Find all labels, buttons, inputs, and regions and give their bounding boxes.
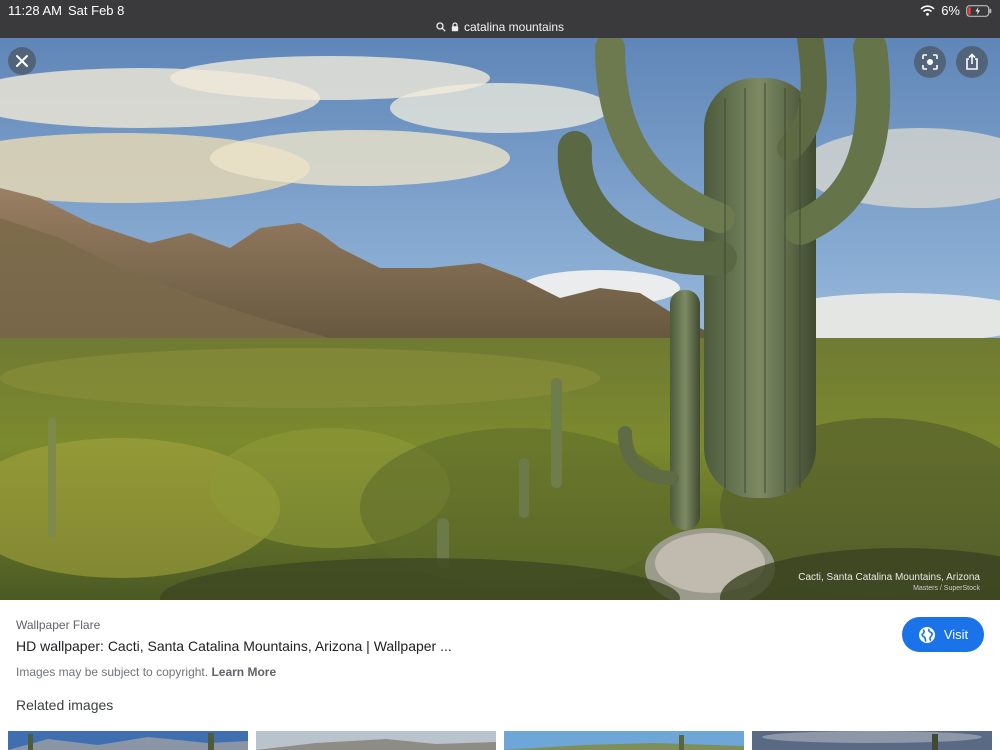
status-indicators: 6% xyxy=(920,3,992,18)
url-bar[interactable]: catalina mountains xyxy=(0,18,1000,36)
lock-icon xyxy=(451,22,459,32)
lens-button[interactable] xyxy=(914,46,946,78)
caption-credit: Masters / SuperStock xyxy=(913,585,980,592)
landscape-illustration xyxy=(0,38,1000,600)
close-button[interactable] xyxy=(8,47,36,75)
battery-icon xyxy=(966,4,992,17)
related-thumbnail[interactable] xyxy=(752,731,992,750)
related-thumbnail[interactable] xyxy=(8,731,248,750)
battery-percent: 6% xyxy=(941,3,960,18)
image-caption: Cacti, Santa Catalina Mountains, Arizona… xyxy=(798,572,980,594)
visit-label: Visit xyxy=(943,627,969,642)
share-button[interactable] xyxy=(956,46,988,78)
related-thumbnail[interactable] xyxy=(256,731,496,750)
status-date: Sat Feb 8 xyxy=(68,3,125,18)
status-time: 11:28 AM xyxy=(8,3,62,18)
result-source[interactable]: Wallpaper Flare xyxy=(16,618,100,632)
search-icon xyxy=(436,22,446,32)
copyright-notice: Images may be subject to copyright. Lear… xyxy=(16,665,276,679)
copyright-text: Images may be subject to copyright. xyxy=(16,665,209,679)
learn-more-link[interactable]: Learn More xyxy=(211,665,276,679)
visit-button[interactable]: Visit xyxy=(902,617,984,652)
globe-icon xyxy=(918,626,935,643)
related-thumbnail[interactable] xyxy=(504,731,744,750)
url-text: catalina mountains xyxy=(463,20,565,34)
related-thumbnails xyxy=(8,731,992,750)
wifi-icon xyxy=(920,5,935,16)
browser-topbar: 11:28 AM Sat Feb 8 6% catalina mountains xyxy=(0,0,1000,38)
preview-image[interactable]: Cacti, Santa Catalina Mountains, Arizona… xyxy=(0,38,1000,600)
lens-icon xyxy=(922,54,938,70)
result-title[interactable]: HD wallpaper: Cacti, Santa Catalina Moun… xyxy=(16,638,452,654)
share-icon xyxy=(966,53,978,70)
caption-text: Cacti, Santa Catalina Mountains, Arizona xyxy=(798,572,980,583)
close-icon xyxy=(16,55,28,67)
related-images-heading: Related images xyxy=(16,697,114,713)
